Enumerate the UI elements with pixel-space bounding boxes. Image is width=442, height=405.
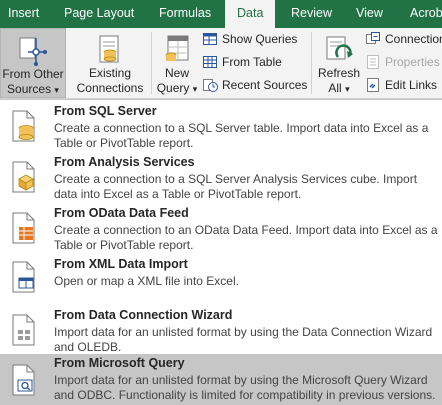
menu-item-title: From XML Data Import bbox=[54, 257, 188, 271]
new-query-button[interactable]: New Query ▾ bbox=[155, 28, 199, 98]
group-separator bbox=[311, 32, 312, 94]
from-other-sources-button[interactable]: From Other Sources ▾ bbox=[0, 28, 66, 98]
tab-page-layout[interactable]: Page Layout bbox=[64, 0, 134, 28]
from-other-sources-menu: From SQL Server Create a connection to a… bbox=[0, 99, 442, 405]
ribbon: From Other Sources ▾ Existing Connection… bbox=[0, 28, 442, 99]
recent-sources-label: Recent Sources bbox=[222, 78, 308, 92]
menu-item-from-analysis-services[interactable]: From Analysis Services Create a connecti… bbox=[0, 153, 442, 203]
from-table-label: From Table bbox=[222, 55, 282, 69]
refresh-all-label-2: All bbox=[328, 81, 342, 95]
menu-item-from-xml-data-import[interactable]: From XML Data Import Open or map a XML f… bbox=[0, 255, 442, 305]
menu-item-title: From Data Connection Wizard bbox=[54, 308, 233, 322]
menu-item-from-microsoft-query[interactable]: From Microsoft Query Import data for an … bbox=[0, 354, 442, 405]
menu-item-title: From Analysis Services bbox=[54, 155, 195, 169]
refresh-all-icon bbox=[326, 36, 353, 60]
menu-item-description: Open or map a XML file into Excel. bbox=[54, 274, 239, 288]
microsoft-query-icon bbox=[12, 364, 35, 396]
menu-item-description: Import data for an unlisted format by us… bbox=[54, 325, 433, 354]
odata-feed-icon bbox=[12, 212, 35, 244]
tab-acrobat[interactable]: Acrob bbox=[410, 0, 442, 28]
tab-review[interactable]: Review bbox=[291, 0, 332, 28]
menu-item-title: From Microsoft Query bbox=[54, 356, 185, 370]
tab-data[interactable]: Data bbox=[225, 0, 276, 28]
recent-sources-icon bbox=[203, 79, 218, 92]
menu-item-description: Import data for an unlisted format by us… bbox=[54, 373, 436, 402]
existing-connections-button[interactable]: Existing Connections bbox=[75, 28, 145, 98]
from-other-sources-icon bbox=[19, 37, 47, 66]
new-query-icon bbox=[165, 35, 189, 61]
from-table-icon bbox=[203, 56, 217, 68]
group-separator bbox=[151, 32, 152, 94]
tab-insert[interactable]: Insert bbox=[8, 0, 39, 28]
menu-item-from-data-connection-wizard[interactable]: From Data Connection Wizard Import data … bbox=[0, 306, 442, 356]
edit-links-label: Edit Links bbox=[385, 78, 438, 92]
xml-import-icon bbox=[12, 261, 35, 293]
chevron-down-icon: ▾ bbox=[192, 84, 198, 94]
sql-server-icon bbox=[12, 110, 35, 142]
menu-item-description: Create a connection to a SQL Server tabl… bbox=[54, 121, 429, 150]
menu-item-title: From OData Data Feed bbox=[54, 206, 189, 220]
ribbon-tab-strip: Insert Page Layout Formulas Data Review … bbox=[0, 0, 442, 28]
connection-wizard-icon bbox=[12, 314, 35, 346]
show-queries-icon bbox=[203, 33, 217, 45]
refresh-all-button[interactable]: Refresh All ▾ bbox=[316, 28, 362, 98]
analysis-services-icon bbox=[12, 161, 35, 193]
new-query-label-2: Query bbox=[156, 81, 190, 95]
existing-connections-icon bbox=[99, 35, 119, 63]
menu-item-title: From SQL Server bbox=[54, 104, 157, 118]
chevron-down-icon: ▾ bbox=[345, 84, 350, 94]
menu-item-description: Create a connection to an OData Data Fee… bbox=[54, 223, 438, 252]
menu-item-description: Create a connection to a SQL Server Anal… bbox=[54, 172, 418, 201]
edit-links-icon bbox=[367, 78, 379, 92]
menu-item-from-sql-server[interactable]: From SQL Server Create a connection to a… bbox=[0, 102, 442, 152]
refresh-all-label-1: Refresh bbox=[317, 66, 361, 80]
connections-label: Connection bbox=[385, 32, 442, 46]
connections-icon bbox=[366, 32, 380, 44]
new-query-label-1: New bbox=[164, 66, 189, 80]
existing-connections-label-1: Existing bbox=[88, 66, 132, 80]
properties-label: Properties bbox=[385, 55, 440, 69]
show-queries-label: Show Queries bbox=[222, 32, 298, 46]
from-other-sources-label-1: From Other bbox=[2, 67, 64, 81]
tab-formulas[interactable]: Formulas bbox=[159, 0, 211, 28]
from-other-sources-label-2: Sources bbox=[7, 82, 52, 96]
properties-icon bbox=[367, 55, 379, 69]
menu-item-from-odata-data-feed[interactable]: From OData Data Feed Create a connection… bbox=[0, 204, 442, 254]
chevron-down-icon: ▾ bbox=[54, 85, 59, 95]
tab-view[interactable]: View bbox=[356, 0, 383, 28]
existing-connections-label-2: Connections bbox=[76, 81, 144, 95]
